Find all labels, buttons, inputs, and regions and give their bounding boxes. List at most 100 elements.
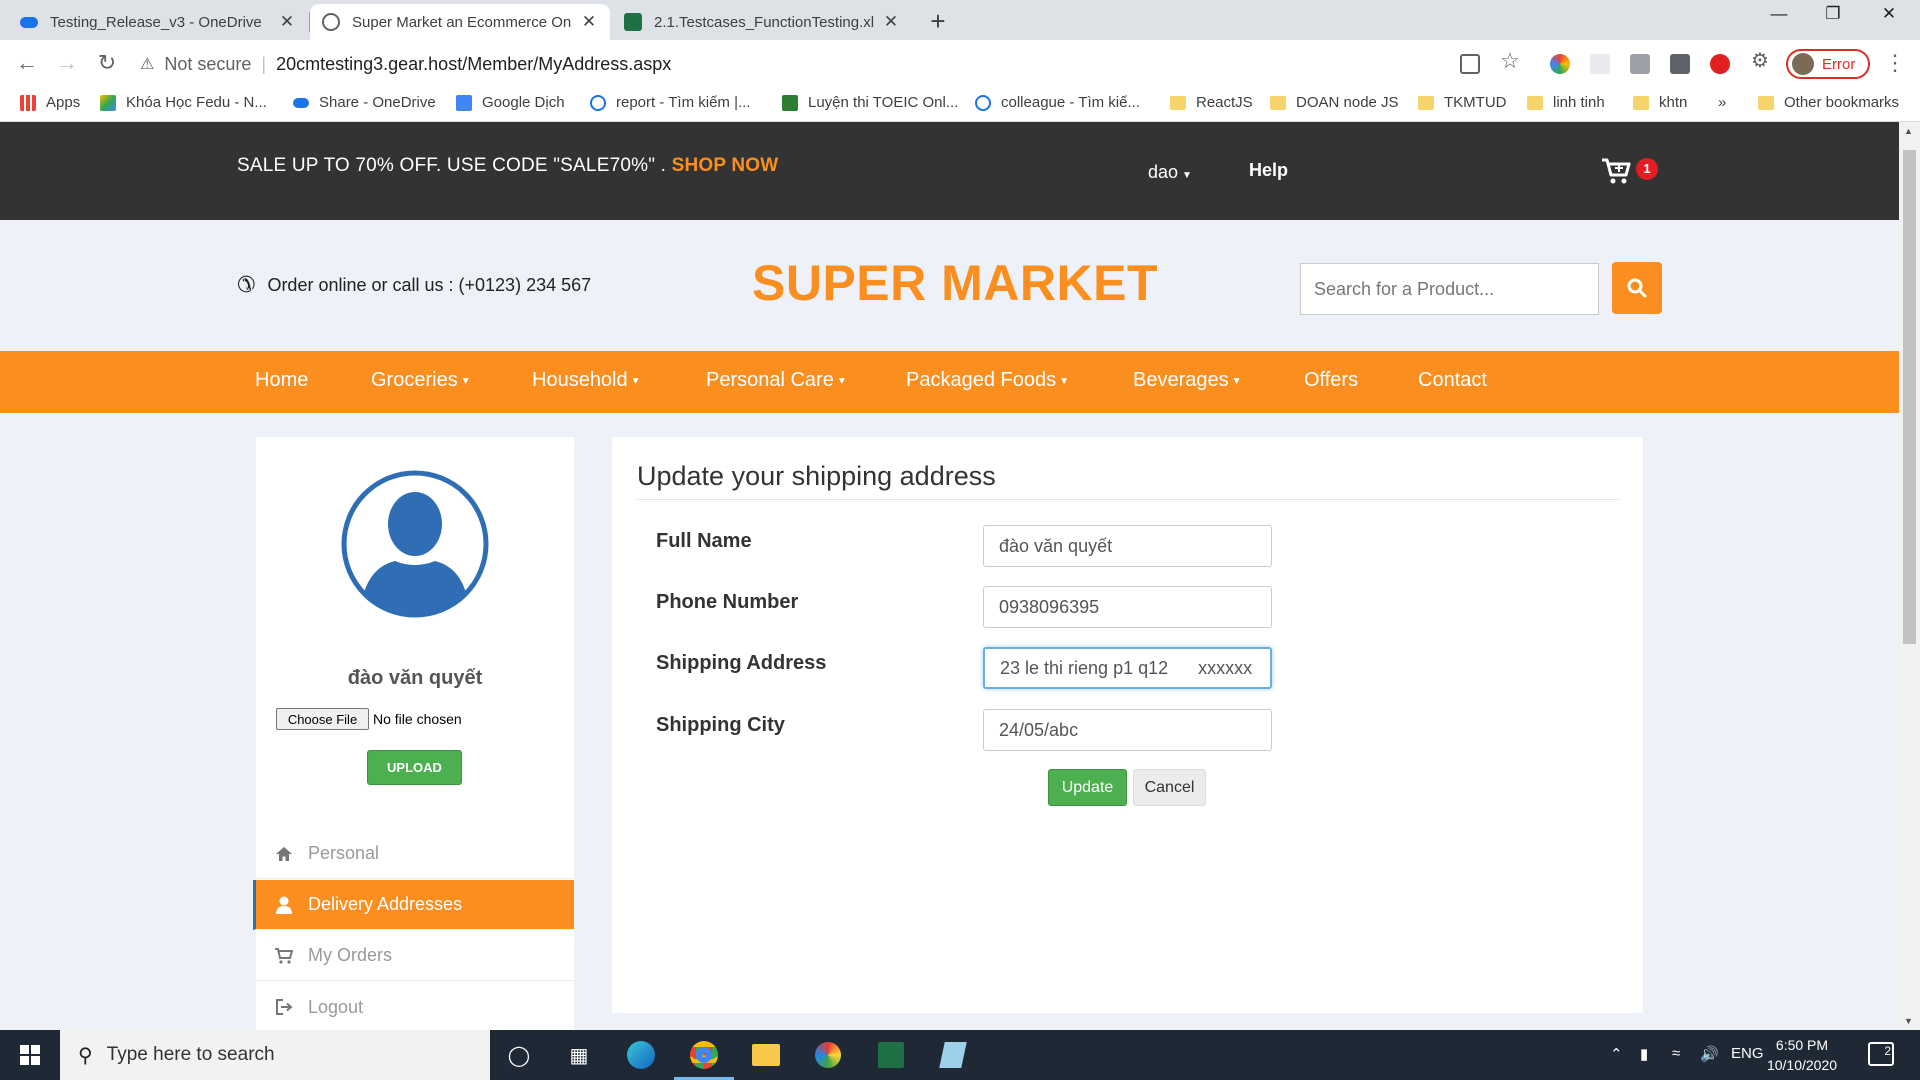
- nav-label: Personal Care: [706, 369, 834, 391]
- sidebar-item-logout[interactable]: Logout: [256, 982, 574, 1030]
- sidebar-item-delivery-addresses[interactable]: Delivery Addresses: [253, 880, 574, 930]
- bookmark-item[interactable]: Khóa Học Fedu - N...: [100, 94, 267, 111]
- caret-down-icon: ▼: [836, 376, 847, 387]
- upload-button[interactable]: UPLOAD: [367, 750, 462, 785]
- scrollbar-thumb[interactable]: [1903, 150, 1916, 644]
- puzzle-icon[interactable]: ⚙: [1745, 48, 1775, 73]
- tab-title: Testing_Release_v3 - OneDrive: [50, 13, 262, 31]
- sidebar-item-label: Delivery Addresses: [308, 894, 463, 914]
- nav-packaged-foods[interactable]: Packaged Foods ▼: [906, 369, 1069, 392]
- volume-icon[interactable]: 🔊: [1700, 1045, 1719, 1063]
- translate-icon[interactable]: [1460, 54, 1480, 74]
- show-hidden-icons[interactable]: ⌃: [1610, 1045, 1623, 1063]
- bookmark-folder[interactable]: ReactJS: [1170, 94, 1253, 111]
- bookmark-item[interactable]: report - Tìm kiếm |...: [590, 94, 750, 111]
- code-icon[interactable]: [1670, 54, 1690, 74]
- cart-icon[interactable]: [1601, 157, 1631, 185]
- cube-icon[interactable]: [1630, 54, 1650, 74]
- help-link[interactable]: Help: [1249, 160, 1288, 181]
- wifi-icon[interactable]: ≈: [1672, 1045, 1680, 1062]
- edge-icon[interactable]: [625, 1039, 657, 1071]
- shop-now-link[interactable]: SHOP NOW: [672, 155, 779, 176]
- browser-toolbar: ← → ↻ ⚠ Not secure | 20cmtesting3.gear.h…: [0, 40, 1920, 88]
- taskbar-search-placeholder: Type here to search: [106, 1044, 275, 1065]
- bookmark-folder[interactable]: TKMTUD: [1418, 94, 1507, 111]
- page-scrollbar[interactable]: ▲ ▼: [1899, 122, 1920, 1030]
- window-close-icon[interactable]: ✕: [1866, 4, 1912, 24]
- scroll-down-icon[interactable]: ▼: [1904, 1016, 1913, 1026]
- tab-excel[interactable]: 2.1.Testcases_FunctionTesting.xlsx ✕: [612, 4, 912, 40]
- browser-tab-bar: Testing_Release_v3 - OneDrive ✕ Super Ma…: [0, 0, 1920, 40]
- search-icon: ⚲: [78, 1044, 93, 1067]
- notification-center-icon[interactable]: 2: [1868, 1042, 1894, 1066]
- reload-icon[interactable]: ↻: [92, 50, 122, 76]
- nav-contact[interactable]: Contact: [1418, 369, 1487, 392]
- search-button[interactable]: [1612, 262, 1662, 314]
- cancel-button[interactable]: Cancel: [1133, 769, 1206, 806]
- star-icon[interactable]: ☆: [1495, 48, 1525, 74]
- choose-file-button[interactable]: Choose File: [276, 708, 369, 730]
- maximize-icon[interactable]: ❐: [1810, 4, 1856, 24]
- nav-home[interactable]: Home: [255, 369, 308, 392]
- bookmark-item[interactable]: Luyện thi TOEIC Onl...: [782, 94, 958, 111]
- menu-icon[interactable]: ⋮: [1884, 50, 1906, 76]
- nav-offers[interactable]: Offers: [1304, 369, 1358, 392]
- color-picker-icon[interactable]: [1550, 54, 1570, 74]
- extension-icon[interactable]: [1590, 54, 1610, 74]
- user-dropdown[interactable]: dao ▼: [1148, 162, 1192, 183]
- bookmark-item[interactable]: colleague - Tìm kiế...: [975, 94, 1140, 111]
- bookmark-item[interactable]: Share - OneDrive: [293, 94, 436, 111]
- site-logo[interactable]: SUPER MARKET: [752, 254, 1158, 312]
- bookmark-label: khtn: [1659, 94, 1688, 111]
- bookmark-folder[interactable]: khtn: [1633, 94, 1687, 111]
- folder-icon: [1418, 95, 1434, 110]
- adblock-icon[interactable]: [1710, 54, 1730, 74]
- system-clock[interactable]: 6:50 PM 10/10/2020: [1754, 1035, 1850, 1075]
- sidebar-item-my-orders[interactable]: My Orders: [256, 931, 574, 981]
- nav-groceries[interactable]: Groceries ▼: [371, 369, 471, 392]
- cortana-icon[interactable]: ◯: [503, 1039, 535, 1071]
- chrome-icon[interactable]: [688, 1039, 720, 1071]
- nav-personal-care[interactable]: Personal Care ▼: [706, 369, 847, 392]
- bookmark-item[interactable]: Google Dịch: [456, 94, 565, 111]
- shipping-city-label: Shipping City: [656, 714, 785, 736]
- caret-down-icon: ▼: [1059, 376, 1070, 387]
- profile-button[interactable]: Error: [1786, 49, 1870, 79]
- nav-beverages[interactable]: Beverages ▼: [1133, 369, 1242, 392]
- battery-icon[interactable]: ▮: [1640, 1045, 1648, 1063]
- back-icon[interactable]: ←: [12, 50, 42, 76]
- shipping-city-field[interactable]: [983, 709, 1272, 751]
- new-tab-button[interactable]: +: [924, 6, 952, 37]
- close-icon[interactable]: ✕: [278, 12, 296, 32]
- bookmark-folder[interactable]: linh tinh: [1527, 94, 1605, 111]
- forward-icon[interactable]: →: [52, 50, 82, 76]
- bookmark-label: report - Tìm kiếm |...: [616, 94, 751, 111]
- paint-icon[interactable]: [812, 1039, 844, 1071]
- task-view-icon[interactable]: ▦: [563, 1039, 595, 1071]
- excel-icon[interactable]: [875, 1039, 907, 1071]
- tab-supermarket[interactable]: Super Market an Ecommerce Onl ✕: [310, 4, 610, 40]
- other-bookmarks[interactable]: Other bookmarks: [1758, 94, 1899, 111]
- bookmark-apps[interactable]: Apps: [20, 94, 80, 111]
- minimize-icon[interactable]: —: [1756, 4, 1802, 24]
- close-icon[interactable]: ✕: [882, 12, 900, 32]
- tab-onedrive[interactable]: Testing_Release_v3 - OneDrive ✕: [8, 4, 308, 40]
- address-bar[interactable]: ⚠ Not secure | 20cmtesting3.gear.host/Me…: [140, 48, 1540, 80]
- user-avatar-icon: [341, 470, 489, 618]
- scroll-up-icon[interactable]: ▲: [1904, 126, 1913, 136]
- shipping-address-field[interactable]: [983, 647, 1272, 689]
- close-icon[interactable]: ✕: [580, 12, 598, 32]
- nav-household[interactable]: Household ▼: [532, 369, 641, 392]
- phone-number-field[interactable]: [983, 586, 1272, 628]
- taskbar-search[interactable]: ⚲ Type here to search: [60, 1030, 490, 1080]
- update-button[interactable]: Update: [1048, 769, 1127, 806]
- full-name-field[interactable]: [983, 525, 1272, 567]
- search-input[interactable]: [1300, 263, 1599, 315]
- bookmarks-overflow-button[interactable]: »: [1718, 94, 1726, 111]
- start-button[interactable]: [0, 1030, 60, 1080]
- bookmark-folder[interactable]: DOAN node JS: [1270, 94, 1399, 111]
- notepad-icon[interactable]: [937, 1039, 969, 1071]
- full-name-label: Full Name: [656, 530, 752, 552]
- sidebar-item-personal[interactable]: Personal: [256, 829, 574, 879]
- file-explorer-icon[interactable]: [750, 1039, 782, 1071]
